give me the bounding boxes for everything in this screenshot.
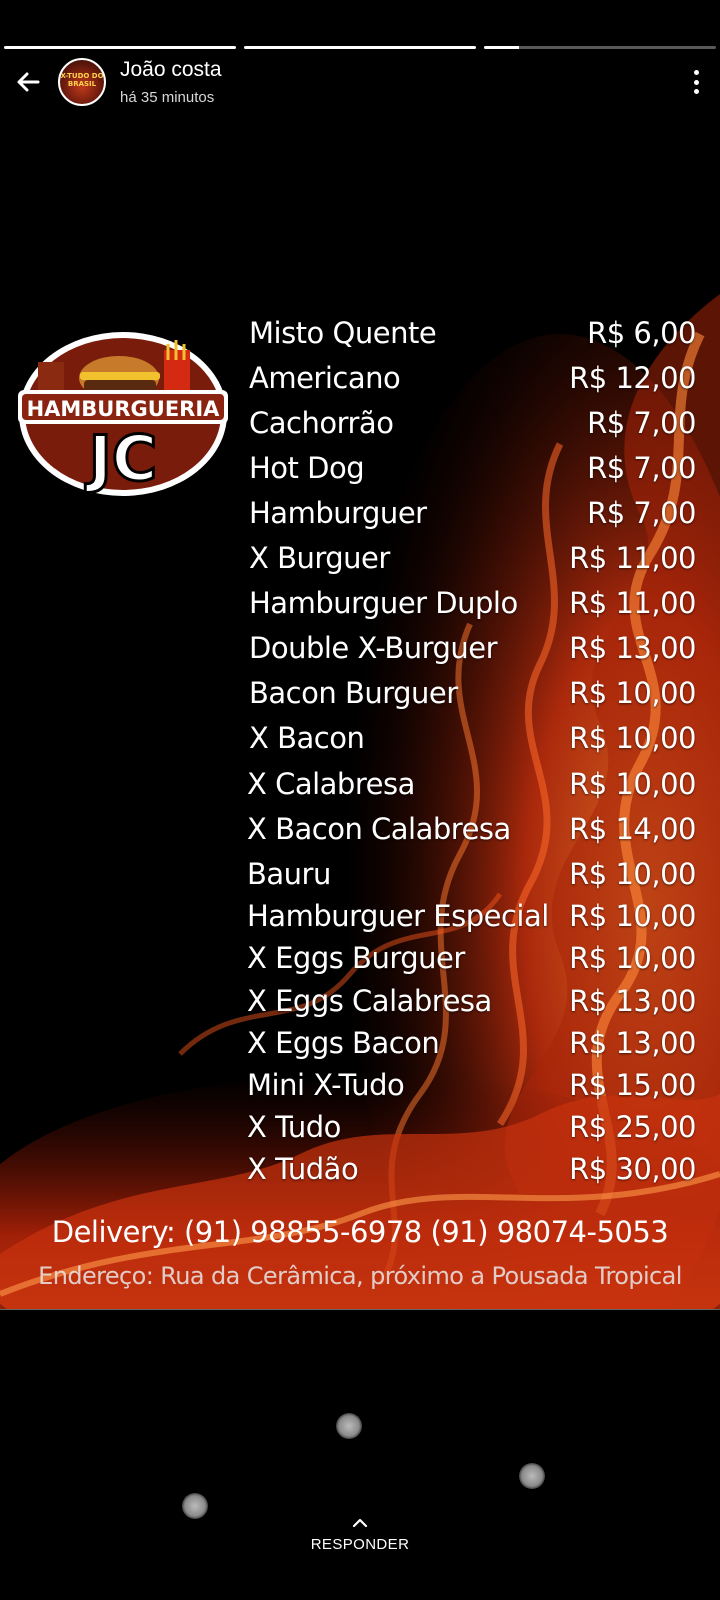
menu-item-name: Hamburguer: [249, 496, 427, 530]
menu-item-price: R$ 13,00: [569, 1026, 696, 1060]
menu-item-price: R$ 7,00: [587, 496, 696, 530]
menu-item: Americano R$ 12,00: [0, 361, 720, 405]
menu-item-price: R$ 7,00: [587, 406, 696, 440]
story-image[interactable]: HAMBURGUERIA JC Misto Quente R$ 6,00 Ameri…: [0, 294, 720, 1310]
progress-fill: [484, 46, 519, 49]
menu-item-price: R$ 14,00: [569, 812, 696, 846]
menu-item: X Eggs Burguer R$ 10,00: [0, 941, 720, 985]
menu-item-name: Cachorrão: [249, 406, 394, 440]
menu-item: X Bacon Calabresa R$ 14,00: [0, 812, 720, 856]
menu-item-name: X Eggs Bacon: [247, 1026, 440, 1060]
menu-item-price: R$ 13,00: [569, 984, 696, 1018]
menu-item-name: Hot Dog: [249, 451, 365, 485]
address: Endereço: Rua da Cerâmica, próximo a Pou…: [38, 1262, 682, 1290]
menu-item-price: R$ 11,00: [569, 586, 696, 620]
menu-item-price: R$ 13,00: [569, 631, 696, 665]
menu-item-name: X Eggs Burguer: [247, 941, 465, 975]
menu-item-price: R$ 11,00: [569, 541, 696, 575]
menu-item-price: R$ 10,00: [569, 941, 696, 975]
menu-item-price: R$ 30,00: [569, 1152, 696, 1186]
menu-item: Cachorrão R$ 7,00: [0, 406, 720, 450]
menu-item-price: R$ 10,00: [569, 899, 696, 933]
touch-indicator: [336, 1413, 362, 1439]
menu-item-name: X Eggs Calabresa: [247, 984, 492, 1018]
menu-item: Mini X-Tudo R$ 15,00: [0, 1068, 720, 1112]
menu-item: X Burguer R$ 11,00: [0, 541, 720, 585]
user-name[interactable]: João costa: [120, 58, 222, 82]
menu-item-name: Hamburguer Especial: [247, 899, 549, 933]
menu-item-name: X Bacon Calabresa: [247, 812, 511, 846]
avatar[interactable]: X-TUDO DO BRASIL: [58, 58, 106, 106]
back-button[interactable]: [12, 66, 44, 98]
post-time: há 35 minutos: [120, 89, 215, 106]
menu-item: Double X-Burguer R$ 13,00: [0, 631, 720, 675]
progress-fill: [4, 46, 236, 49]
menu-item-price: R$ 7,00: [587, 451, 696, 485]
arrow-left-icon: [17, 72, 40, 92]
menu-item-price: R$ 12,00: [569, 361, 696, 395]
menu-item-name: Hamburguer Duplo: [249, 586, 518, 620]
menu-item-name: X Bacon: [249, 721, 365, 755]
progress-fill: [244, 46, 476, 49]
menu-item-name: Bauru: [247, 857, 331, 891]
chevron-up-icon: [352, 1518, 368, 1528]
menu-item: X Tudão R$ 30,00: [0, 1152, 720, 1196]
menu-item: Hot Dog R$ 7,00: [0, 451, 720, 495]
story-progress: [4, 46, 716, 50]
menu-item: X Eggs Bacon R$ 13,00: [0, 1026, 720, 1070]
dot-icon: [693, 89, 699, 94]
menu-item: Hamburguer Duplo R$ 11,00: [0, 586, 720, 630]
menu-item-price: R$ 25,00: [569, 1110, 696, 1144]
menu-item-name: Misto Quente: [249, 316, 437, 350]
menu-item-price: R$ 10,00: [569, 676, 696, 710]
menu-item: Bacon Burguer R$ 10,00: [0, 676, 720, 720]
dot-icon: [693, 70, 699, 75]
menu-item-price: R$ 10,00: [569, 767, 696, 801]
more-options-button[interactable]: [692, 70, 700, 94]
progress-segment: [4, 46, 236, 49]
story-bottom-edge: [0, 1309, 720, 1310]
reply-label: RESPONDER: [310, 1536, 410, 1553]
menu-item: Hamburguer Especial R$ 10,00: [0, 899, 720, 943]
menu-item-price: R$ 10,00: [569, 857, 696, 891]
menu-item-name: Double X-Burguer: [249, 631, 498, 665]
story-header: X-TUDO DO BRASIL João costa há 35 minuto…: [0, 56, 720, 112]
menu-item: X Calabresa R$ 10,00: [0, 767, 720, 811]
menu-item: Misto Quente R$ 6,00: [0, 316, 720, 360]
progress-segment: [484, 46, 716, 49]
menu-item-name: X Calabresa: [247, 767, 415, 801]
menu-item-name: X Burguer: [249, 541, 390, 575]
menu-item-name: X Tudo: [247, 1110, 341, 1144]
touch-indicator: [519, 1463, 545, 1489]
menu-item: X Eggs Calabresa R$ 13,00: [0, 984, 720, 1028]
menu-item-name: Mini X-Tudo: [247, 1068, 405, 1102]
menu-item-name: Bacon Burguer: [249, 676, 458, 710]
menu-item-price: R$ 10,00: [569, 721, 696, 755]
menu-item: X Tudo R$ 25,00: [0, 1110, 720, 1154]
menu-item: Bauru R$ 10,00: [0, 857, 720, 901]
menu-item-name: Americano: [249, 361, 401, 395]
menu-item-name: X Tudão: [247, 1152, 359, 1186]
menu-item: Hamburguer R$ 7,00: [0, 496, 720, 540]
menu-item: X Bacon R$ 10,00: [0, 721, 720, 765]
avatar-text: X-TUDO DO BRASIL: [60, 72, 104, 88]
reply-button[interactable]: RESPONDER: [0, 1516, 720, 1553]
delivery-phones: Delivery: (91) 98855-6978 (91) 98074-505…: [51, 1215, 669, 1249]
dot-icon: [693, 79, 699, 85]
menu-item-price: R$ 15,00: [569, 1068, 696, 1102]
menu-item-price: R$ 6,00: [587, 316, 696, 350]
progress-segment: [244, 46, 476, 49]
